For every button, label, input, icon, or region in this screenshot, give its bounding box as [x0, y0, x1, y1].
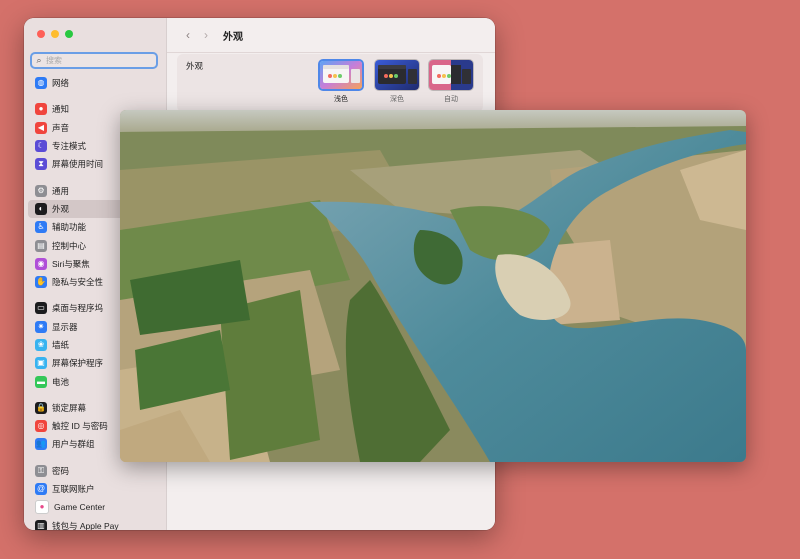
theme-light-thumbnail[interactable]	[318, 59, 364, 91]
sidebar-item-label: 触控 ID 与密码	[52, 421, 108, 432]
zoom-window-button[interactable]	[65, 30, 73, 38]
river-landscape-image	[120, 110, 746, 462]
sidebar-item-label: 锁定屏幕	[52, 402, 87, 413]
theme-auto-option[interactable]: 自动	[428, 59, 474, 104]
sidebar-item-label: Game Center	[54, 502, 106, 513]
game-center-icon: ●	[35, 500, 49, 515]
sidebar-item-label: 钱包与 Apple Pay	[52, 520, 119, 530]
sidebar-item-label: 电池	[52, 376, 70, 387]
wallet-icon: ▥	[35, 519, 47, 530]
theme-light-option[interactable]: 浅色	[318, 59, 364, 104]
auto-theme-icon	[429, 60, 473, 90]
siri-icon: ◉	[35, 257, 47, 270]
theme-auto-thumbnail[interactable]	[428, 59, 474, 91]
globe-icon: ◍	[35, 77, 47, 90]
moon-icon: ☾	[35, 140, 47, 153]
lock-icon: 🔒	[35, 401, 47, 414]
sidebar-item-label: 屏幕使用时间	[52, 159, 104, 170]
sidebar-item[interactable]: ⚿ 密码	[24, 462, 166, 480]
toolbar: ‹ › 外观	[167, 18, 495, 53]
appearance-label: 外观	[186, 61, 204, 71]
traffic-lights	[37, 30, 73, 38]
sidebar-item-label: 声音	[52, 122, 70, 133]
forward-button[interactable]: ›	[197, 28, 215, 42]
sidebar-item[interactable]: @ 互联网账户	[24, 480, 166, 498]
appearance-section: 外观 浅色 深色 自动	[177, 54, 483, 112]
sidebar-item-label: 通用	[52, 185, 70, 196]
display-icon: ✷	[35, 320, 47, 333]
bell-icon: ●	[35, 103, 47, 116]
accessibility-icon: ♿	[35, 221, 47, 234]
aerial-photo-icon	[120, 110, 746, 462]
fingerprint-icon: ◎	[35, 420, 47, 433]
light-theme-icon	[320, 61, 362, 89]
speaker-icon: ◀	[35, 121, 47, 134]
hand-icon: ✋	[35, 276, 47, 289]
sidebar-item-label: 隐私与安全性	[52, 277, 104, 288]
key-icon: ⚿	[35, 464, 47, 477]
theme-dark-label: 深色	[390, 96, 404, 103]
sidebar-item-label: 外观	[52, 203, 70, 214]
back-button[interactable]: ‹	[179, 28, 197, 42]
dock-icon: ▭	[35, 302, 47, 315]
minimize-window-button[interactable]	[51, 30, 59, 38]
control-center-icon: ▤	[35, 239, 47, 252]
sidebar-item-label: 用户与群组	[52, 439, 95, 450]
theme-dark-option[interactable]: 深色	[374, 59, 420, 104]
sidebar-item[interactable]: ◍ 网络	[24, 74, 166, 92]
sidebar-item-label: 墙纸	[52, 340, 70, 350]
close-window-button[interactable]	[37, 30, 45, 38]
sidebar-item-label: 显示器	[52, 321, 78, 332]
sidebar-item-label: 通知	[52, 104, 70, 115]
sidebar-item-label: Siri与聚焦	[52, 258, 90, 269]
appearance-icon: ◐	[35, 202, 47, 215]
search-icon: ⌕	[36, 55, 42, 65]
sidebar-item-label: 桌面与程序坞	[52, 303, 104, 314]
sidebar-item-label: 控制中心	[52, 240, 87, 251]
battery-icon: ▬	[35, 375, 47, 388]
dark-theme-icon	[375, 60, 419, 90]
theme-dark-thumbnail[interactable]	[374, 59, 420, 91]
sidebar-item-label: 辅助功能	[52, 222, 87, 233]
search-input[interactable]	[46, 56, 146, 65]
page-title: 外观	[223, 31, 243, 43]
users-icon: 👥	[35, 438, 47, 451]
screensaver-icon: ▣	[35, 357, 47, 370]
sidebar-item-label: 屏幕保护程序	[52, 358, 104, 369]
hourglass-icon: ⧗	[35, 158, 47, 171]
sidebar-item[interactable]: ▥ 钱包与 Apple Pay	[24, 517, 166, 530]
sidebar-item-label: 互联网账户	[52, 484, 95, 495]
sidebar-item-label: 网络	[52, 78, 70, 89]
sidebar-item-label: 密码	[52, 465, 70, 476]
search-field[interactable]: ⌕	[30, 52, 158, 69]
gear-icon: ⚙	[35, 184, 47, 197]
sidebar-item[interactable]: ● Game Center	[24, 498, 166, 516]
wallpaper-icon: ❀	[35, 339, 47, 351]
theme-auto-label: 自动	[444, 96, 458, 103]
theme-light-label: 浅色	[334, 96, 348, 103]
sidebar-item-label: 专注模式	[52, 141, 87, 152]
at-icon: @	[35, 483, 47, 496]
